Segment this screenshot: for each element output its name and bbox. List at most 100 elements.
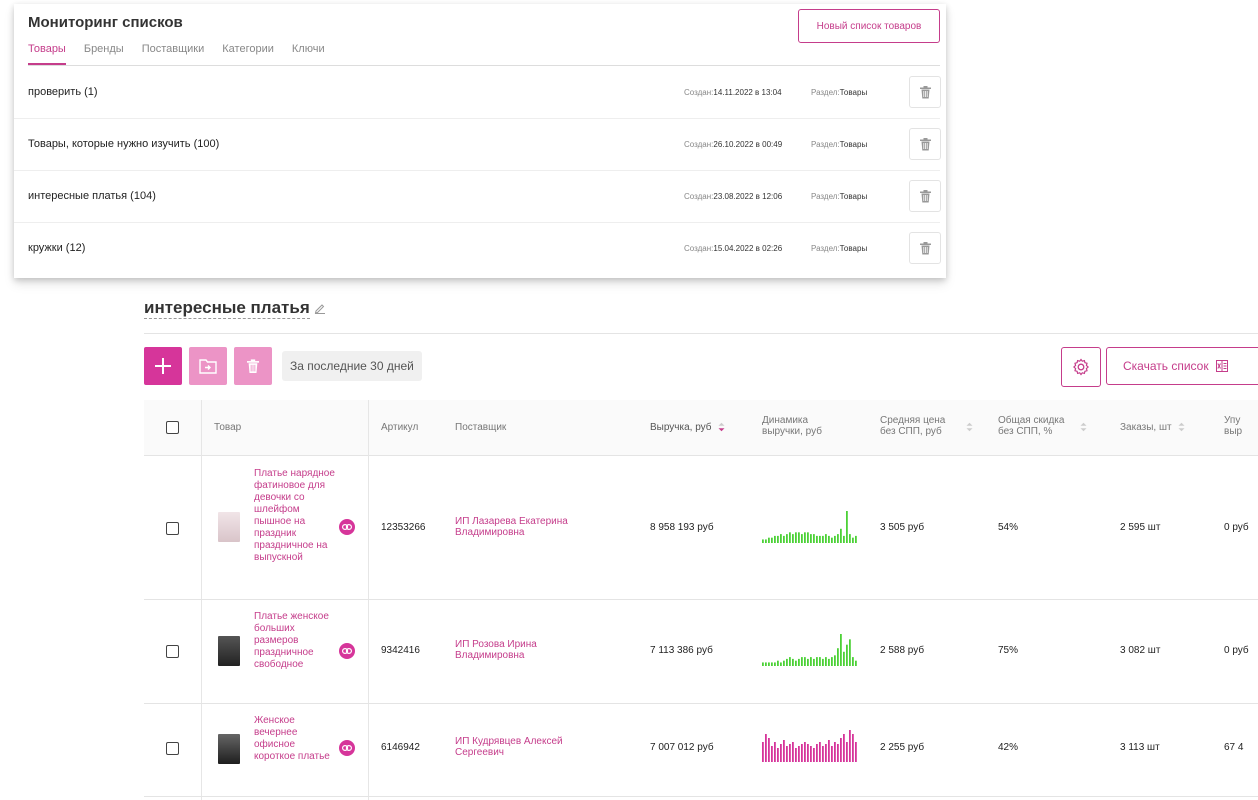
row-checkbox[interactable] (166, 645, 179, 658)
product-thumbnail (218, 636, 240, 666)
pencil-icon[interactable] (314, 302, 326, 314)
delete-list-button[interactable] (909, 128, 941, 160)
move-to-folder-button[interactable] (189, 347, 227, 385)
list-item[interactable]: проверить (1) Создан:14.11.2022 в 13:04 … (14, 66, 941, 119)
period-filter[interactable]: За последние 30 дней (282, 351, 422, 381)
product-name[interactable]: Платье женское больших размеров празднич… (254, 611, 338, 671)
sparkline-bar (846, 644, 848, 666)
folder-move-icon (199, 359, 217, 374)
list-created: Создан:14.11.2022 в 13:04 (684, 87, 782, 97)
list-name[interactable]: интересные платья (104) (28, 190, 156, 202)
orders: 2 595 шт (1120, 522, 1161, 533)
sparkline-bar (825, 534, 827, 543)
select-all-checkbox[interactable] (166, 421, 179, 434)
link-icon (342, 745, 352, 751)
list-title[interactable]: интересные платья (144, 298, 310, 319)
tab-suppliers[interactable]: Поставщики (142, 43, 205, 65)
avg-price: 2 255 руб (880, 742, 925, 753)
download-list-button[interactable]: Скачать список (1106, 347, 1258, 385)
tab-products[interactable]: Товары (28, 43, 66, 65)
sparkline-bar (786, 746, 788, 762)
product-link-button[interactable] (339, 740, 355, 756)
column-discount[interactable]: Общая скидка без СПП, % (998, 415, 1087, 437)
list-created: Создан:15.04.2022 в 02:26 (684, 243, 783, 253)
sparkline-bar (813, 658, 815, 666)
column-sku: Артикул (381, 422, 419, 433)
revenue: 8 958 193 руб (650, 522, 714, 533)
sparkline-bar (828, 740, 830, 762)
lost-revenue: 0 руб (1224, 645, 1249, 656)
lists-monitoring-panel: Мониторинг списков Новый список товаров … (14, 4, 946, 278)
list-item[interactable]: кружки (12) Создан:15.04.2022 в 02:26 Ра… (14, 222, 941, 274)
sparkline-bar (852, 657, 854, 666)
row-checkbox[interactable] (166, 522, 179, 535)
column-product: Товар (214, 422, 242, 433)
sparkline-bar (819, 535, 821, 543)
sparkline-bar (786, 534, 788, 543)
list-item[interactable]: Товары, которые нужно изучить (100) Созд… (14, 118, 941, 171)
new-list-button[interactable]: Новый список товаров (798, 9, 940, 43)
row-checkbox[interactable] (166, 742, 179, 755)
sparkline-bar (840, 738, 842, 762)
sparkline-bar (822, 535, 824, 543)
column-avg-price[interactable]: Средняя цена без СПП, руб (880, 415, 973, 437)
link-icon (342, 648, 352, 654)
list-section: Раздел:Товары (811, 243, 868, 253)
column-orders[interactable]: Заказы, шт (1120, 422, 1185, 433)
sparkline-bar (831, 657, 833, 666)
sku: 6146942 (381, 742, 420, 753)
list-section: Раздел:Товары (811, 87, 868, 97)
sparkline-bar (816, 535, 818, 543)
sparkline-bar (849, 730, 851, 762)
table-row: Платье нарядное фатиновое для девочки со… (144, 456, 1258, 600)
product-thumbnail (218, 734, 240, 764)
sparkline-bar (801, 744, 803, 762)
settings-button[interactable] (1061, 347, 1101, 387)
sparkline-bar (846, 742, 848, 762)
sparkline-bar (777, 748, 779, 762)
sparkline-bar (816, 744, 818, 762)
sparkline-bar (789, 657, 791, 666)
tab-keys[interactable]: Ключи (292, 43, 325, 65)
supplier-link[interactable]: ИП Розова Ирина Владимировна (455, 639, 605, 661)
sparkline-bar (807, 532, 809, 543)
list-type-tabs: Товары Бренды Поставщики Категории Ключи (28, 43, 343, 65)
sparkline-bar (783, 740, 785, 762)
column-supplier: Поставщик (455, 422, 507, 433)
sparkline-bar (810, 657, 812, 666)
list-name[interactable]: кружки (12) (28, 242, 85, 254)
delete-list-button[interactable] (909, 232, 941, 264)
sparkline-bar (843, 535, 845, 543)
supplier-link[interactable]: ИП Лазарева Екатерина Владимировна (455, 516, 605, 538)
delete-selected-button[interactable] (234, 347, 272, 385)
trash-icon (919, 137, 931, 150)
list-created: Создан:23.08.2022 в 12:06 (684, 191, 783, 201)
list-item[interactable]: интересные платья (104) Создан:23.08.202… (14, 170, 941, 223)
revenue-sparkline (762, 634, 857, 666)
product-name[interactable]: Платье нарядное фатиновое для девочки со… (254, 468, 338, 564)
sparkline-bar (801, 657, 803, 666)
list-name[interactable]: Товары, которые нужно изучить (100) (28, 138, 219, 150)
sparkline-bar (834, 655, 836, 666)
delete-list-button[interactable] (909, 180, 941, 212)
sparkline-bar (840, 528, 842, 543)
sparkline-bar (762, 662, 764, 666)
sparkline-bar (813, 748, 815, 762)
sparkline-bar (831, 537, 833, 543)
product-link-button[interactable] (339, 519, 355, 535)
sparkline-bar (852, 734, 854, 762)
list-name[interactable]: проверить (1) (28, 86, 98, 98)
download-label: Скачать список (1123, 359, 1209, 373)
tab-brands[interactable]: Бренды (84, 43, 124, 65)
supplier-link[interactable]: ИП Кудрявцев Алексей Сергеевич (455, 736, 605, 758)
delete-list-button[interactable] (909, 76, 941, 108)
column-revenue[interactable]: Выручка, руб (650, 422, 725, 433)
product-link-button[interactable] (339, 643, 355, 659)
column-revenue-dynamics: Динамика выручки, руб (762, 415, 822, 437)
table-row: Женское вечернее офисное короткое платье… (144, 704, 1258, 797)
list-detail-view: интересные платья За последние 30 дней С… (128, 282, 1258, 800)
add-product-button[interactable] (144, 347, 182, 385)
sparkline-bar (771, 662, 773, 666)
product-name[interactable]: Женское вечернее офисное короткое платье (254, 715, 338, 763)
tab-categories[interactable]: Категории (222, 43, 274, 65)
